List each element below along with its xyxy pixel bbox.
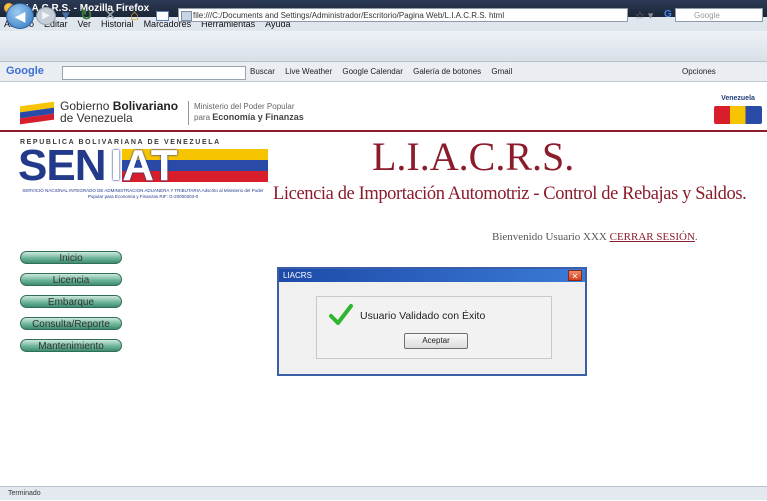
google-toolbar-items: Buscar Live Weather Google Calendar Gale…	[250, 63, 520, 80]
toolbar-item-buscar[interactable]: Buscar	[250, 67, 275, 76]
toolbar-item-galeria[interactable]: Galería de botones	[413, 67, 481, 76]
dialog-close-button[interactable]: ✕	[568, 270, 582, 281]
reload-icon[interactable]: ↻	[80, 8, 93, 23]
dialog-title: LIACRS	[279, 269, 585, 282]
seniat-logo-iat: IAT	[110, 141, 178, 190]
accept-button[interactable]: Aceptar	[404, 333, 468, 349]
search-input[interactable]: Google	[675, 8, 763, 22]
venezuela-logo-graphic	[714, 106, 762, 124]
ministry-name: Ministerio del Poder Popular para Economí…	[194, 102, 304, 122]
favicon-icon	[181, 11, 192, 21]
toolbar-options[interactable]: Opciones	[682, 63, 716, 80]
status-bar: Terminado	[0, 486, 767, 500]
google-logo: Google	[6, 65, 44, 77]
header-divider	[188, 101, 189, 125]
seniat-logo-sen: SEN	[18, 141, 106, 190]
welcome-message: Bienvenido Usuario XXX CERRAR SESIÓN.	[492, 231, 698, 243]
google-toolbar-search[interactable]	[62, 66, 246, 80]
url-bar[interactable]: file:///C:/Documents and Settings/Admini…	[178, 8, 628, 22]
toolbar-item-gmail[interactable]: Gmail	[491, 67, 512, 76]
stop-icon[interactable]: ✕	[104, 8, 117, 23]
bookmark-star-icon[interactable]: ☆ ▾	[635, 9, 653, 22]
dropdown-arrow-icon[interactable]: ▾	[62, 8, 70, 23]
dialog-message: Usuario Validado con Éxito	[360, 310, 486, 322]
home-icon[interactable]: ⌂	[130, 8, 139, 23]
app-subtitle: Licencia de Importación Automotriz - Con…	[273, 184, 747, 204]
google-search-icon: G	[664, 9, 672, 20]
app-title: L.I.A.C.R.S.	[372, 134, 575, 179]
page-icon	[156, 11, 169, 21]
toolbar-item-calendar[interactable]: Google Calendar	[342, 67, 402, 76]
forward-button[interactable]: ▶	[36, 7, 56, 25]
navigation-toolbar	[0, 31, 767, 62]
menu-inicio-button[interactable]: Inicio	[20, 251, 122, 264]
menu-embarque-button[interactable]: Embarque	[20, 295, 122, 308]
toolbar-item-weather[interactable]: Live Weather	[285, 67, 332, 76]
back-button[interactable]: ◀	[6, 3, 34, 29]
gobierno-bolivariano-logo: Gobierno Bolivariano de Venezuela	[60, 99, 179, 125]
logout-link[interactable]: CERRAR SESIÓN	[610, 231, 695, 243]
menu-consulta-reporte-button[interactable]: Consulta/Reporte	[20, 317, 122, 330]
success-check-icon	[329, 304, 353, 325]
seniat-subtitle: SERVICIO NACIONAL INTEGRADO DE ADMINISTR…	[22, 188, 264, 199]
menu-licencia-button[interactable]: Licencia	[20, 273, 122, 286]
menu-mantenimiento-button[interactable]: Mantenimiento	[20, 339, 122, 352]
